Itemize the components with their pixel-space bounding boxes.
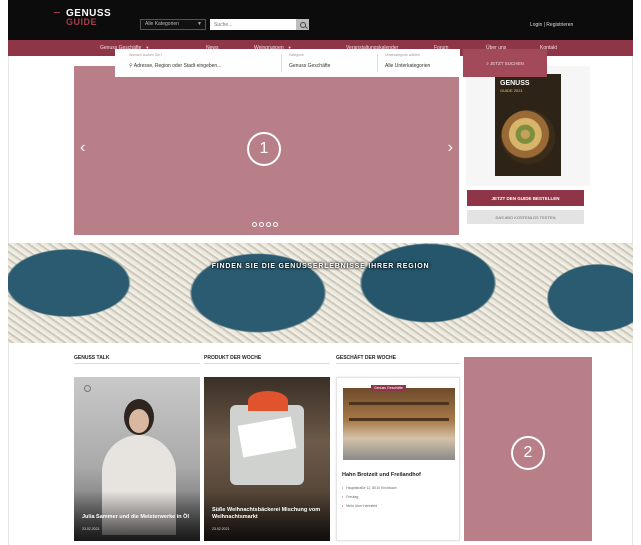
product-photo-bow [248, 391, 288, 411]
subcategory-field-label: Unterkategorie wählen [385, 53, 421, 57]
site-logo[interactable]: GENUSS GUIDE [66, 9, 111, 27]
shop-address: • Hauptstraße 12, 8010 Kirchbach [342, 486, 397, 490]
logo-text-bottom: GUIDE [66, 17, 98, 27]
shop-of-week-title: GESCHÄFT DER WOCHE [336, 355, 396, 361]
location-field[interactable]: Wonach suchen Sie? ⚲ Adresse, Region ode… [129, 53, 221, 69]
genuss-talk-title: GENUSS TALK [74, 355, 110, 361]
search-button[interactable] [296, 19, 309, 30]
shop-name[interactable]: Hahn Brotzeit und Freilandhof [342, 472, 454, 478]
location-field-value: Adresse, Region oder Stadt eingeben... [133, 63, 222, 69]
shop-opening-text: Freutag [346, 495, 359, 499]
shop-category-badge: Genuss Geschäfte [371, 385, 406, 391]
category-field-value: Genuss Geschäfte [289, 63, 331, 69]
section-rule [336, 363, 460, 364]
bullet-icon: • [342, 486, 344, 490]
subcategory-field[interactable]: Unterkategorie wählen Alle Unterkategori… [385, 53, 430, 69]
region-search-banner: FINDEN SIE DIE GENUSSERLEBNISSE IHRER RE… [8, 243, 633, 343]
location-field-label: Wonach suchen Sie? [129, 53, 163, 57]
category-field-label: Kategorie [289, 53, 304, 57]
guide-cover-image[interactable]: GENUSS GUIDE 2021 [495, 74, 561, 176]
product-of-week-title: PRODUKT DER WOCHE [204, 355, 262, 361]
talk-caption: Julia Sammer und die Meisterwerke in Öl [82, 514, 189, 520]
region-search-submit-button[interactable]: ⌕ JETZT SUCHEN [463, 49, 547, 77]
subcategory-field-value: Alle Unterkategorien [385, 63, 431, 69]
field-divider [281, 54, 282, 72]
category-field[interactable]: Kategorie Genuss Geschäfte [289, 53, 330, 69]
login-link[interactable]: Login | Registrieren [530, 22, 573, 28]
bullet-icon: • [342, 495, 344, 499]
search-input[interactable] [210, 19, 296, 30]
product-date: 23.02.2021 [212, 527, 230, 531]
search-icon [299, 21, 306, 28]
chevron-down-icon: ▼ [197, 21, 202, 27]
slider-next-button[interactable]: › [448, 140, 453, 156]
ad-placeholder: 2 [464, 357, 592, 541]
shop-photo [343, 388, 455, 460]
shop-photo-shelf [349, 418, 449, 421]
talk-date: 23.02.2021 [82, 527, 100, 531]
section-rule [74, 363, 200, 364]
shop-photo-shelf [349, 402, 449, 405]
shop-more-link[interactable]: • Mehr über Hahnfeld [342, 504, 377, 508]
shop-of-week-card[interactable] [336, 377, 460, 541]
logo-accent [54, 12, 60, 13]
genuss-talk-card[interactable]: Julia Sammer und die Meisterwerke in Öl … [74, 377, 200, 541]
guide-cover-plate [501, 110, 555, 164]
slider-dot[interactable] [252, 222, 257, 227]
section-rule [204, 363, 330, 364]
guide-promo: GENUSS GUIDE 2021 [466, 66, 590, 186]
shop-opening: • Freutag [342, 495, 358, 499]
product-of-week-card[interactable]: Süße Weihnachtsbäckerei Mischung vom Wei… [204, 377, 330, 541]
slider-dot[interactable] [259, 222, 264, 227]
ad-placeholder-badge: 2 [511, 436, 545, 470]
slider-dot[interactable] [266, 222, 271, 227]
region-search-submit-label: JETZT SUCHEN [490, 60, 524, 66]
category-select[interactable]: Alle Kategorien ▼ [140, 19, 206, 30]
guide-cover-subtitle: GUIDE 2021 [500, 88, 523, 93]
region-search-heading: FINDEN SIE DIE GENUSSERLEBNISSE IHRER RE… [211, 263, 430, 270]
product-caption: Süße Weihnachtsbäckerei Mischung vom Wei… [212, 507, 321, 520]
shop-more-link-text: Mehr über Hahnfeld [346, 504, 378, 508]
bookmark-icon[interactable] [84, 385, 91, 392]
slider-dots [252, 222, 278, 227]
slider-placeholder-badge: 1 [247, 132, 281, 166]
guide-cover-title: GENUSS [500, 80, 530, 87]
map-pin-icon: ⚲ [129, 63, 133, 69]
slider-dot[interactable] [273, 222, 278, 227]
bullet-icon: • [342, 504, 344, 508]
talk-photo-face [129, 409, 149, 433]
shop-address-text: Hauptstraße 12, 8010 Kirchbach [346, 486, 397, 490]
category-select-value: Alle Kategorien [145, 21, 179, 27]
slider-prev-button[interactable]: ‹ [80, 140, 85, 156]
hero-slider: ‹ 1 › [74, 66, 459, 235]
region-search-form: Wonach suchen Sie? ⚲ Adresse, Region ode… [115, 49, 460, 77]
order-guide-button[interactable]: JETZT DEN GUIDE BESTELLEN [467, 190, 584, 206]
field-divider [377, 54, 378, 72]
trial-subscription-button[interactable]: DAS ABO KOSTENLOS TESTEN [467, 210, 584, 224]
